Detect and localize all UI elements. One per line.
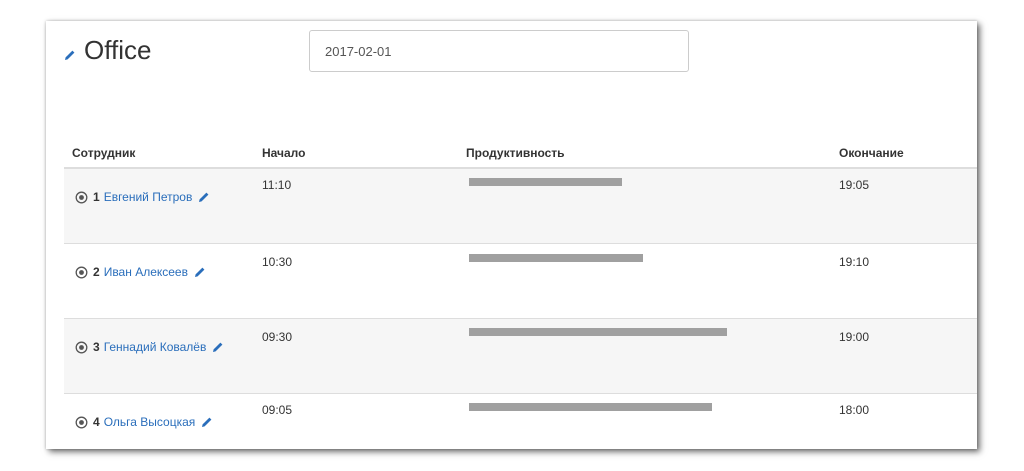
productivity-bar-track (469, 254, 769, 262)
page-header: Office (64, 35, 151, 66)
employee-cell: 2 Иван Алексеев (75, 265, 206, 279)
radio-icon[interactable] (75, 266, 88, 279)
table-row: 1 Евгений Петров 11:10 19:05 (64, 169, 977, 244)
employee-link[interactable]: Геннадий Ковалёв (104, 340, 207, 354)
productivity-bar-track (469, 403, 769, 411)
end-time: 18:00 (839, 403, 870, 417)
employee-link[interactable]: Иван Алексеев (104, 265, 188, 279)
date-input[interactable] (309, 30, 689, 72)
column-header-employee: Сотрудник (72, 146, 136, 160)
productivity-bar (469, 328, 727, 336)
pencil-icon[interactable] (201, 416, 213, 428)
start-time: 11:10 (262, 178, 292, 192)
pencil-icon[interactable] (194, 266, 206, 278)
productivity-bar-track (469, 328, 769, 336)
office-card: Office Сотрудник Начало Продуктивность О… (46, 21, 977, 449)
row-number: 3 (93, 340, 100, 354)
radio-icon[interactable] (75, 191, 88, 204)
pencil-icon[interactable] (212, 341, 224, 353)
pencil-icon[interactable] (64, 49, 76, 61)
end-time: 19:10 (839, 255, 870, 269)
table-row: 2 Иван Алексеев 10:30 19:10 (64, 244, 977, 319)
radio-icon[interactable] (75, 341, 88, 354)
pencil-icon[interactable] (198, 191, 210, 203)
productivity-bar (469, 254, 643, 262)
employee-cell: 1 Евгений Петров (75, 190, 210, 204)
employee-link[interactable]: Евгений Петров (104, 190, 193, 204)
row-number: 4 (93, 415, 100, 429)
column-header-end: Окончание (839, 146, 904, 160)
employee-cell: 3 Геннадий Ковалёв (75, 340, 224, 354)
column-header-productivity: Продуктивность (466, 146, 565, 160)
employee-cell: 4 Ольга Высоцкая (75, 415, 213, 429)
table-row: 3 Геннадий Ковалёв 09:30 19:00 (64, 319, 977, 394)
start-time: 09:30 (262, 330, 293, 344)
end-time: 19:05 (839, 178, 870, 192)
column-header-start: Начало (262, 146, 306, 160)
end-time: 19:00 (839, 330, 870, 344)
productivity-bar (469, 403, 712, 411)
row-number: 1 (93, 190, 100, 204)
table-row: 4 Ольга Высоцкая 09:05 18:00 (64, 394, 977, 449)
radio-icon[interactable] (75, 416, 88, 429)
employee-link[interactable]: Ольга Высоцкая (104, 415, 196, 429)
row-number: 2 (93, 265, 100, 279)
page-title: Office (84, 35, 152, 65)
productivity-bar-track (469, 178, 769, 186)
productivity-bar (469, 178, 622, 186)
start-time: 10:30 (262, 255, 293, 269)
start-time: 09:05 (262, 403, 293, 417)
